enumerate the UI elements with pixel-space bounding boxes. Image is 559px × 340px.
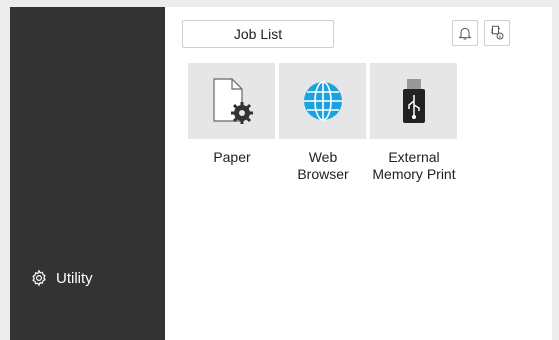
tile-web-browser-box bbox=[279, 63, 366, 139]
tile-external-memory-print-label: External Memory Print bbox=[372, 149, 456, 182]
sidebar: Utility bbox=[10, 7, 165, 340]
gear-icon bbox=[32, 269, 46, 287]
device-info-icon bbox=[491, 25, 504, 40]
globe-icon bbox=[303, 81, 342, 121]
tile-paper[interactable]: Paper bbox=[188, 63, 275, 166]
tile-external-memory-print-box bbox=[370, 63, 457, 139]
tile-external-memory-print[interactable]: External Memory Print bbox=[370, 63, 457, 183]
tile-paper-box bbox=[188, 63, 275, 139]
device-info-button[interactable] bbox=[484, 20, 510, 46]
bell-icon bbox=[458, 27, 472, 40]
utility-label: Utility bbox=[56, 269, 93, 287]
notification-button[interactable] bbox=[452, 20, 478, 46]
tile-web-browser[interactable]: Web Browser bbox=[279, 63, 366, 183]
utility-button[interactable]: Utility bbox=[30, 269, 93, 287]
job-list-button[interactable]: Job List bbox=[182, 20, 334, 48]
usb-icon bbox=[402, 79, 425, 123]
paper-gear-icon bbox=[212, 78, 253, 124]
main-screen: Utility Job List Paper Web Browser Exter… bbox=[10, 7, 552, 340]
